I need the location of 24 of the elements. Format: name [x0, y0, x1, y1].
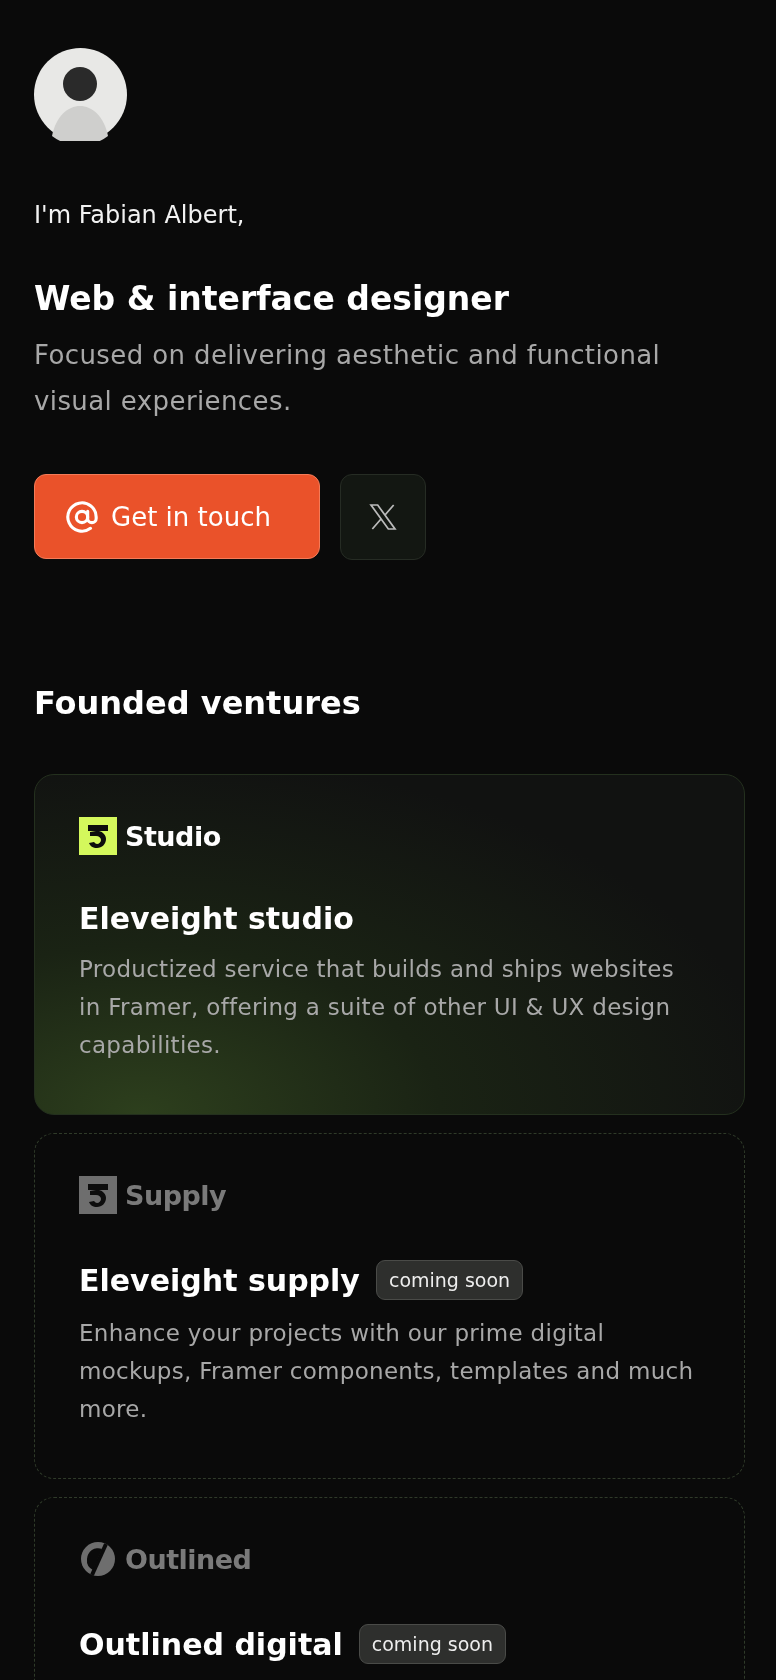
tagline: Focused on delivering aesthetic and functional visual experiences.: [34, 339, 662, 418]
brand-name: Supply: [125, 1179, 227, 1211]
at-sign-icon: [65, 499, 99, 534]
venture-title: Eleveight supply: [79, 1262, 360, 1298]
venture-title: Eleveight studio: [79, 901, 354, 936]
venture-card[interactable]: Studio Eleveight studio Productized service that builds and ships websites in Framer, offering a suite of other UI & UX design capabilities.: [34, 774, 745, 1115]
venture-card[interactable]: Outlined Outlined digital coming soon: [34, 1497, 745, 1680]
brand-logo-icon: [79, 817, 117, 855]
brand-name: Outlined: [125, 1543, 252, 1575]
brand-logo-icon: [79, 1176, 117, 1214]
section-heading: Founded ventures: [34, 684, 362, 722]
intro-text: I'm Fabian Albert,: [34, 201, 246, 229]
status-badge: coming soon: [375, 1260, 524, 1300]
brand-name: Studio: [125, 820, 221, 852]
status-badge: coming soon: [358, 1624, 506, 1664]
get-in-touch-button[interactable]: Get in touch: [34, 474, 320, 559]
venture-description: Productized service that builds and ships websites in Framer, offering a suite of other UI & UX design capabilities.: [79, 955, 675, 1060]
x-social-button[interactable]: [340, 474, 426, 560]
venture-description: Enhance your projects with our prime digital mockups, Framer components, templates and much more.: [79, 1319, 695, 1424]
x-logo-icon: [367, 501, 399, 533]
venture-card[interactable]: Supply Eleveight supply coming soon Enhance your projects with our prime digital mockups, Framer components, templates and much more.: [34, 1133, 745, 1479]
brand-logo-icon: [79, 1540, 117, 1578]
venture-title: Outlined digital: [79, 1626, 343, 1662]
headline: Web & interface designer: [34, 279, 510, 318]
